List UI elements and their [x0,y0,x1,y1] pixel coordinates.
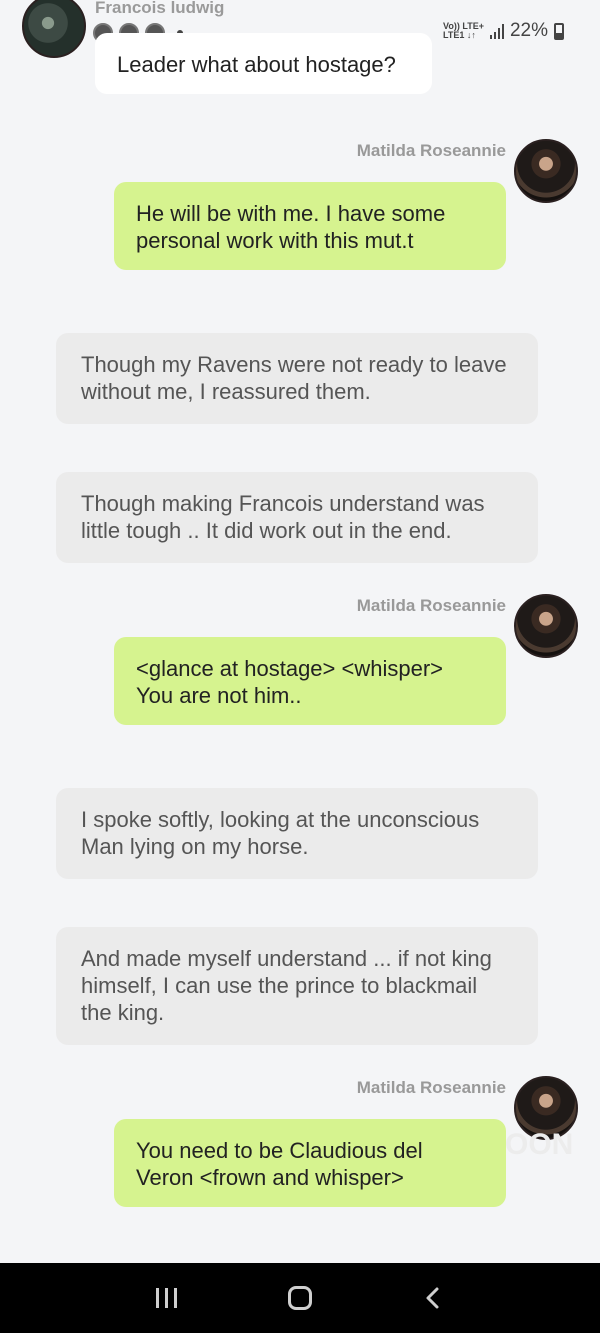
narration-bubble: And made myself understand ... if not ki… [56,927,538,1045]
home-icon [287,1286,312,1310]
character-name: Francois ludwig [95,0,225,17]
speaker-name: Matilda Roseannie [356,141,506,160]
speaker-name: Matilda Roseannie [356,1078,506,1097]
home-button[interactable] [270,1268,330,1328]
back-button[interactable] [403,1268,463,1328]
narration-bubble: Though my Ravens were not ready to leave… [56,333,538,424]
signal-icon [489,23,504,39]
user-message-bubble: <glance at hostage> <whisper> You are no… [114,637,506,725]
battery-icon [554,22,564,40]
battery-percent: 22% [509,20,548,41]
user-avatar[interactable] [514,139,578,203]
status-bar: Vo)) LTE+ LTE1 ↓↑ 22% [443,20,564,42]
user-avatar[interactable] [514,594,578,658]
back-icon [426,1287,439,1309]
navigation-bar [0,1263,600,1333]
recent-apps-icon [156,1288,178,1308]
narration-bubble: Though making Francois understand was li… [56,472,538,563]
character-message-bubble: Leader what about hostage? [95,33,432,94]
speaker-name: Matilda Roseannie [356,596,506,615]
user-message-bubble: You need to be Claudious del Veron <frow… [114,1119,506,1207]
network-indicator: Vo)) LTE+ LTE1 ↓↑ [443,21,484,40]
character-avatar[interactable] [22,0,86,58]
user-message-bubble: He will be with me. I have some personal… [114,182,506,270]
recent-apps-button[interactable] [137,1268,197,1328]
narration-bubble: I spoke softly, looking at the unconscio… [56,788,538,879]
watermark: OON [505,1128,574,1161]
